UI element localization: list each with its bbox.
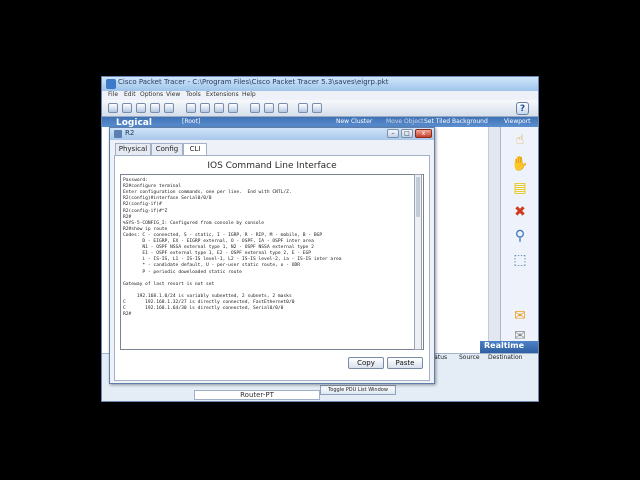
menu-extensions[interactable]: Extensions [206,91,239,98]
paste-button[interactable]: Paste [387,357,423,369]
set-tiled-background-button[interactable]: Set Tiled Background [424,118,488,125]
menu-options[interactable]: Options [140,91,163,98]
router-dialog: R2 – □ x Physical Config CLI IOS Command… [109,127,435,384]
open-folder-icon[interactable] [122,103,132,113]
delete-icon[interactable]: ✖ [511,203,529,221]
packet-tracer-icon [106,79,116,89]
app-titlebar[interactable]: Cisco Packet Tracer - C:\Program Files\C… [102,77,538,91]
zoom-in-icon[interactable] [250,103,260,113]
app-title: Cisco Packet Tracer - C:\Program Files\C… [118,78,389,86]
new-file-icon[interactable] [108,103,118,113]
redo-icon[interactable] [228,103,238,113]
move-object-button[interactable]: Move Object [386,118,424,125]
drawing-palette-icon[interactable] [298,103,308,113]
copy-icon[interactable] [186,103,196,113]
workspace-scrollbar[interactable] [488,127,500,375]
select-icon[interactable]: ☝ [511,131,529,149]
place-note-icon[interactable]: ▤ [511,179,529,197]
save-icon[interactable] [136,103,146,113]
activity-wizard-icon[interactable] [164,103,174,113]
tab-physical[interactable]: Physical [115,143,151,155]
resize-shape-icon[interactable]: ⬚ [511,251,529,269]
toggle-pdu-list-button[interactable]: Toggle PDU List Window [320,385,396,395]
menu-edit[interactable]: Edit [124,91,136,98]
realtime-mode-label[interactable]: Realtime [484,341,524,350]
workspace-bar: [Root] New Cluster Move Object Set Tiled… [102,117,538,127]
add-simple-pdu-icon[interactable]: ✉ [511,307,529,325]
copy-button[interactable]: Copy [348,357,384,369]
main-toolbar: ? [102,100,538,117]
pdu-source-column: Source [459,354,480,361]
dialog-titlebar[interactable]: R2 – □ x [110,128,434,140]
terminal-line: R2# [123,312,132,318]
minimize-button[interactable]: – [387,129,399,138]
terminal-scroll-thumb[interactable] [416,177,420,217]
pdu-destination-column: Destination [488,354,523,361]
inspect-icon[interactable]: ⚲ [511,227,529,245]
tab-config[interactable]: Config [151,143,183,155]
zoom-out-icon[interactable] [278,103,288,113]
device-model-label: Router-PT [194,390,320,400]
root-breadcrumb[interactable]: [Root] [182,118,200,125]
undo-icon[interactable] [214,103,224,113]
menu-view[interactable]: View [166,91,180,98]
cli-heading: IOS Command Line Interface [207,161,337,171]
print-icon[interactable] [150,103,160,113]
menu-bar: File Edit Options View Tools Extensions … [102,91,538,100]
terminal-output: R2>enable Password: R2#configure terminal E… [123,175,413,318]
tab-cli[interactable]: CLI [183,143,207,155]
zoom-reset-icon[interactable] [264,103,274,113]
custom-devices-icon[interactable] [312,103,322,113]
cli-terminal[interactable]: R2>enable Password: R2#configure terminal E… [120,174,424,350]
help-button[interactable]: ? [516,102,529,115]
menu-tools[interactable]: Tools [186,91,201,98]
dialog-title: R2 [125,129,135,137]
menu-file[interactable]: File [108,91,118,98]
new-cluster-button[interactable]: New Cluster [336,118,372,125]
maximize-button[interactable]: □ [401,129,413,138]
viewport-button[interactable]: Viewport [504,118,531,125]
menu-help[interactable]: Help [242,91,256,98]
router-icon [114,130,122,138]
paste-icon[interactable] [200,103,210,113]
close-button[interactable]: x [415,129,432,138]
terminal-scrollbar[interactable] [414,174,422,350]
move-layout-icon[interactable]: ✋ [511,155,529,173]
